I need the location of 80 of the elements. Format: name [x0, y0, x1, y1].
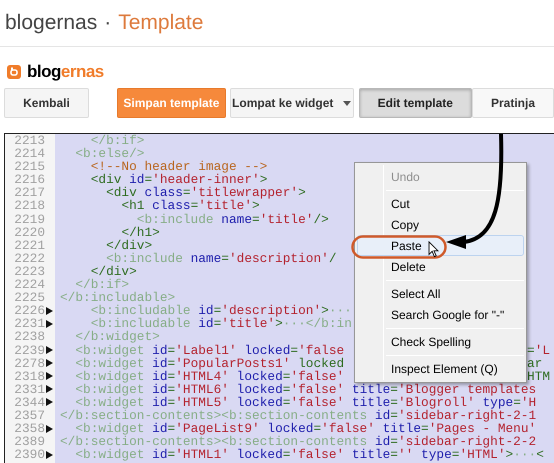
code-line: </b:section-contents><b:section-contents id='sidebar-right-2-1 — [60, 408, 536, 422]
code-line: </div> — [90, 264, 137, 278]
menu-item[interactable]: Cut — [357, 193, 524, 214]
fold-arrow-icon[interactable] — [46, 372, 53, 380]
line-number: 2222 — [14, 252, 45, 265]
fold-arrow-icon[interactable] — [46, 424, 53, 433]
line-number: 2220 — [14, 226, 45, 239]
code-line: </div> — [105, 238, 152, 252]
menu-item[interactable]: Inspect Element (Q) — [357, 358, 524, 379]
caret-icon — [343, 100, 352, 106]
code-line: <b:widget id='HTML5' locked='false' title='Blogroll' type='H — [75, 396, 536, 409]
line-number: 2318 — [14, 370, 45, 383]
line-number: 2357 — [14, 408, 45, 422]
menu-item[interactable]: Copy — [357, 214, 524, 235]
line-number: 2239 — [14, 344, 45, 357]
code-line: <b:includable id='description'>··· — [90, 304, 352, 318]
line-number: 2389 — [14, 435, 45, 448]
code-line: </h1> — [121, 226, 160, 239]
code-line: <h1 class='title'> — [120, 199, 260, 213]
blogger-logo-text: blogernas — [27, 61, 104, 84]
code-line: <div id='header-inner'> — [90, 173, 268, 186]
fold-arrow-icon[interactable] — [46, 320, 53, 328]
editor-tab[interactable]: Pratinja — [472, 88, 554, 118]
menu-item[interactable]: Select All — [357, 283, 524, 304]
code-line: </b:if> — [90, 134, 144, 148]
code-line: <b:includable id='title'>···</b:in — [90, 317, 352, 330]
code-line: </b:if> — [75, 278, 130, 292]
line-number: 2223 — [14, 264, 45, 278]
blogger-logo-icon — [7, 65, 21, 79]
editor-tab[interactable]: Edit template — [358, 88, 472, 118]
fold-arrow-icon[interactable] — [46, 398, 53, 406]
line-number: 2344 — [14, 396, 45, 409]
line-number: 2358 — [14, 422, 45, 436]
line-number: 2219 — [14, 212, 45, 226]
back-button[interactable]: Kembali — [4, 88, 89, 118]
code-line: <b:widget id='HTML6' locked='false' title='Blogger templates — [74, 382, 536, 396]
line-number: 2215 — [14, 160, 45, 174]
code-line: <b:else/> — [74, 147, 144, 160]
code-line: <b:widget id='HTML4' locked='false' — [74, 368, 344, 384]
line-number: 2221 — [14, 238, 45, 252]
code-line: </b:includable> — [60, 291, 176, 304]
code-fragment: HTM — [527, 368, 550, 384]
code-line: <b:widget id='PageList9' locked='false' title='Pages - Menu' — [75, 422, 536, 436]
line-number: 2231 — [14, 317, 45, 330]
code-line: <b:widget id='PopularPosts1' locked — [74, 356, 344, 371]
fold-arrow-icon[interactable] — [46, 450, 53, 459]
fold-arrow-icon[interactable] — [46, 306, 53, 315]
line-number: 2224 — [14, 278, 45, 292]
code-line: <b:include name='title'/> — [136, 212, 329, 226]
code-line: <b:widget id='HTML1' locked='false' title='' type='HTML'>···< — [74, 448, 544, 462]
code-fragment: ar — [527, 356, 542, 371]
code-line: </b:widget> — [74, 330, 160, 344]
fold-arrow-icon[interactable] — [46, 385, 53, 394]
menu-item[interactable]: Search Google for "-" — [357, 304, 524, 325]
blog-name: blogernas — [5, 10, 98, 36]
page-title: Template — [118, 10, 204, 36]
mouse-cursor-icon — [428, 241, 439, 258]
fold-arrow-icon[interactable] — [46, 359, 53, 368]
menu-item[interactable]: Delete — [357, 256, 524, 277]
line-number: 2238 — [14, 330, 45, 344]
code-line: <div class='titlewrapper'> — [105, 186, 306, 200]
line-number: 2331 — [14, 382, 45, 396]
line-number: 2213 — [14, 134, 45, 148]
fold-arrow-icon[interactable] — [46, 346, 53, 354]
line-number: 2226 — [14, 304, 45, 318]
line-number: 2214 — [14, 147, 45, 160]
line-number: 2216 — [14, 173, 45, 186]
separator: · — [104, 10, 112, 36]
code-line: <b:include name='description'/ — [106, 252, 336, 265]
code-fragment: ='L — [527, 342, 550, 358]
code-line: <b:widget id='Label1' locked='false — [74, 342, 344, 358]
code-line: </b:section-contents><b:section-contents id='sidebar-right-2-2 — [60, 435, 536, 448]
line-number: 2225 — [14, 291, 45, 304]
line-number: 2278 — [14, 356, 45, 370]
jump-to-widget-dropdown[interactable]: Lompat ke widget — [230, 88, 354, 118]
line-number: 2217 — [14, 186, 45, 200]
code-line: <!--No header image --> — [90, 160, 268, 174]
menu-item[interactable]: Check Spelling — [357, 331, 524, 352]
line-number: 2218 — [14, 199, 45, 213]
line-number: 2390 — [14, 448, 45, 462]
